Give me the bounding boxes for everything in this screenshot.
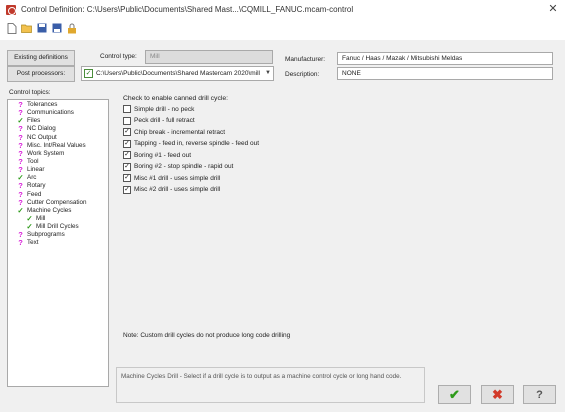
checkbox[interactable]: ✓ <box>123 139 131 148</box>
ok-button[interactable]: ✔ <box>438 385 471 404</box>
option-label: Misc #2 drill - uses simple drill <box>134 186 221 193</box>
tree-item-label: Linear <box>27 166 45 174</box>
tree-item[interactable]: ? Rotary <box>16 182 108 190</box>
custom-drill-note: Note: Custom drill cycles do not produce… <box>123 332 291 339</box>
tree-item[interactable]: ? Tolerances <box>16 101 108 109</box>
tree-item-label: Cutter Compensation <box>27 198 87 206</box>
tree-item-label: Work System <box>27 149 65 157</box>
tree-item-label: Tool <box>27 158 39 166</box>
drill-cycle-option[interactable]: ✓ Chip break - incremental retract <box>123 127 225 137</box>
tree-item-label: Tolerances <box>27 101 58 109</box>
tree-item-label: Files <box>27 117 41 125</box>
checkbox[interactable]: ✓ <box>123 128 131 136</box>
tree-item-label: Rotary <box>27 182 46 190</box>
tree-item[interactable]: ? Subprograms <box>16 231 108 239</box>
checkbox[interactable]: ✓ <box>123 185 131 194</box>
check-icon: ✓ <box>17 205 24 215</box>
tree-item[interactable]: ? Misc. Int/Real Values <box>16 141 108 150</box>
option-label: Peck drill - full retract <box>134 117 195 124</box>
tree-item[interactable]: ? Work System <box>16 149 108 158</box>
tree-item-label: Subprograms <box>27 231 65 239</box>
tree-item[interactable]: ? Feed <box>16 190 108 199</box>
tree-item-label: Text <box>27 239 39 247</box>
control-topics-tree: ? Tolerances? Communications ✓ Files? NC Dial… <box>7 99 109 387</box>
lock-icon[interactable] <box>66 22 78 34</box>
drill-cycle-option[interactable]: Peck drill - full retract <box>123 116 195 126</box>
option-label: Boring #1 - feed out <box>134 151 192 159</box>
tree-item-label: Feed <box>27 190 42 198</box>
question-mark-icon: ? <box>18 238 23 248</box>
option-label: Boring #2 - stop spindle - rapid out <box>134 163 234 170</box>
tree-item-label: Mill Drill Cycles <box>36 223 79 231</box>
tree-item[interactable]: ✓ Arc <box>16 174 108 182</box>
main-panel: Existing definitions Post processors: Co… <box>0 40 565 412</box>
option-label: Tapping - feed in, reverse spindle - fee… <box>134 140 260 147</box>
app-icon <box>6 4 16 15</box>
description-field[interactable]: NONE <box>337 67 553 80</box>
close-button[interactable]: ✕ <box>545 2 561 16</box>
tree-item-label: Mill <box>36 215 46 223</box>
toolbar <box>6 22 78 38</box>
tree-item[interactable]: ? Linear <box>16 166 108 174</box>
save-as-icon[interactable] <box>51 22 63 34</box>
drill-cycle-option[interactable]: ✓ Boring #2 - stop spindle - rapid out <box>123 162 233 172</box>
check-icon: ✓ <box>26 222 33 232</box>
control-type-field: Mill <box>145 50 273 64</box>
help-button[interactable]: ? <box>523 385 556 404</box>
option-label: Simple drill - no peck <box>134 105 195 113</box>
new-file-icon[interactable] <box>6 22 18 34</box>
drill-cycle-option[interactable]: ✓ Misc #1 drill - uses simple drill <box>123 173 220 183</box>
post-path-value: C:\Users\Public\Documents\Shared Masterc… <box>96 70 261 77</box>
save-icon[interactable] <box>36 22 48 34</box>
cancel-button[interactable]: ✖ <box>481 385 514 404</box>
checkbox[interactable]: ✓ <box>123 151 131 159</box>
option-label: Misc #1 drill - uses simple drill <box>134 174 221 182</box>
post-processor-select[interactable]: ✓ C:\Users\Public\Documents\Shared Maste… <box>81 66 274 81</box>
tree-item-label: Machine Cycles <box>27 206 72 214</box>
option-label: Chip break - incremental retract <box>134 128 226 136</box>
tree-item-label: Arc <box>27 174 37 182</box>
checkbox[interactable]: ✓ <box>123 162 131 171</box>
checkbox[interactable] <box>123 116 131 125</box>
manufacturer-label: Manufacturer: <box>285 56 326 63</box>
title-bar: Control Definition: C:\Users\Public\Docu… <box>0 0 565 19</box>
tree-item[interactable]: ? Communications <box>16 109 108 117</box>
checkbox[interactable]: ✓ <box>123 174 131 182</box>
post-processors-button[interactable]: Post processors: <box>7 66 75 82</box>
drill-cycle-option[interactable]: Simple drill - no peck <box>123 104 194 114</box>
tree-item[interactable]: ? Tool <box>16 158 108 166</box>
check-icon: ✓ <box>84 69 93 78</box>
tree-item-label: NC Dialog <box>27 125 56 133</box>
checkbox[interactable] <box>123 105 131 113</box>
tree-item[interactable]: ✓ Mill Drill Cycles <box>16 223 108 231</box>
tree-item[interactable]: ? NC Dialog <box>16 125 108 133</box>
tree-item[interactable]: ✓ Files <box>16 117 108 125</box>
tree-item[interactable]: ? NC Output <box>16 133 108 142</box>
drill-cycle-option[interactable]: ✓ Misc #2 drill - uses simple drill <box>123 185 220 195</box>
tree-item-label: NC Output <box>27 133 57 141</box>
open-folder-icon[interactable] <box>21 22 33 34</box>
drill-cycle-heading: Check to enable canned drill cycle: <box>123 95 229 102</box>
drill-cycle-option[interactable]: ✓ Boring #1 - feed out <box>123 150 191 160</box>
tree-item-label: Communications <box>27 109 74 117</box>
tree-item[interactable]: ? Cutter Compensation <box>16 198 108 207</box>
tree-item-label: Misc. Int/Real Values <box>27 141 86 149</box>
window-title: Control Definition: C:\Users\Public\Docu… <box>21 5 354 14</box>
help-text-box: Machine Cycles Drill - Select if a drill… <box>116 367 425 403</box>
drill-cycle-option[interactable]: ✓ Tapping - feed in, reverse spindle - fe… <box>123 139 259 149</box>
manufacturer-field[interactable]: Fanuc / Haas / Mazak / Mitsubishi Meldas <box>337 52 553 65</box>
tree-item[interactable]: ? Text <box>16 239 108 247</box>
description-label: Description: <box>285 71 320 78</box>
control-topics-label: Control topics: <box>9 89 51 96</box>
control-type-label: Control type: <box>100 53 137 60</box>
chevron-down-icon[interactable]: ▼ <box>263 67 273 80</box>
existing-definitions-button[interactable]: Existing definitions <box>7 50 75 66</box>
